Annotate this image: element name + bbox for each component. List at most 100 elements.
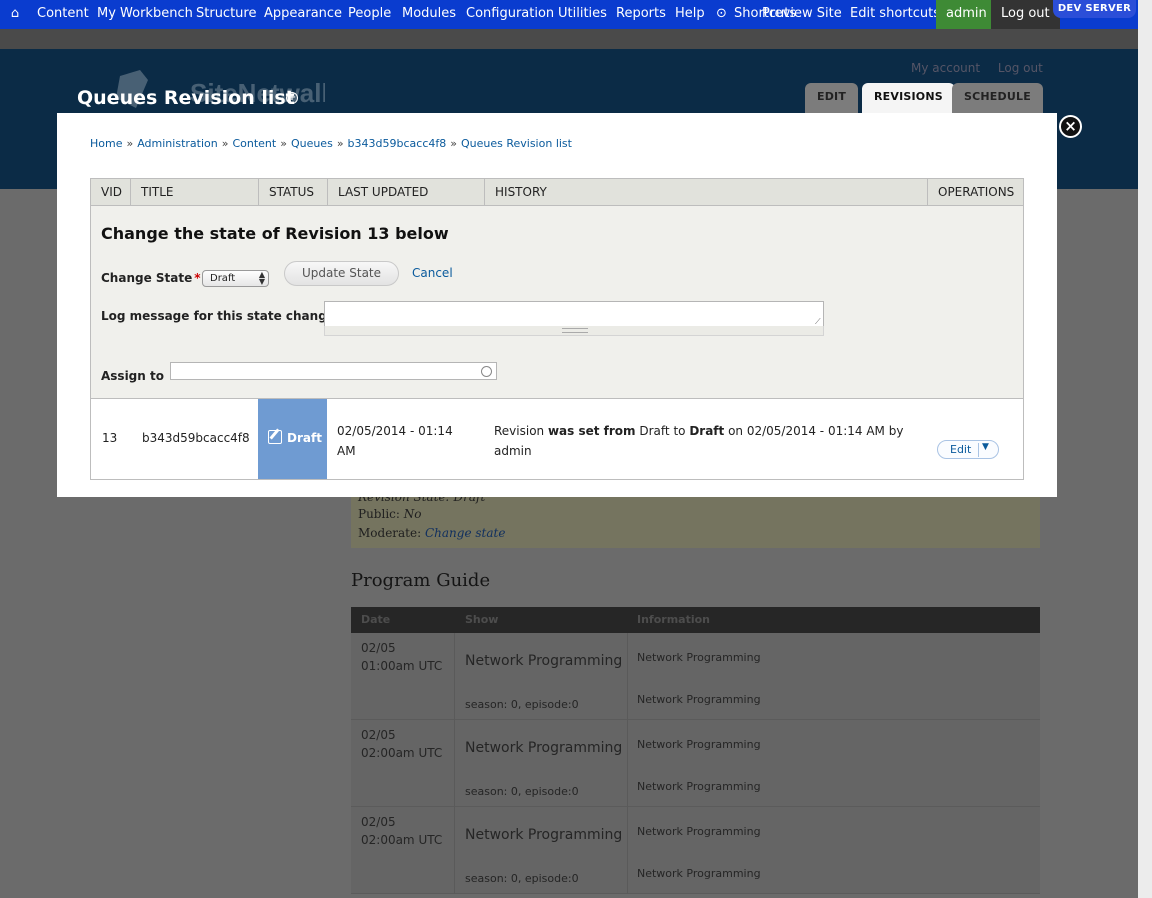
breadcrumb-content[interactable]: Content — [232, 137, 276, 150]
dev-server-badge: DEV SERVER — [1053, 0, 1136, 18]
change-state-label-text: Change State — [101, 271, 193, 285]
col-operations: OPERATIONS — [938, 185, 1015, 199]
header-logout-link[interactable]: Log out — [998, 61, 1043, 75]
breadcrumb-queues[interactable]: Queues — [291, 137, 333, 150]
log-message-label: Log message for this state change — [101, 309, 335, 323]
toolbar-logout-link[interactable]: Log out — [991, 0, 1060, 29]
autocomplete-throbber-icon — [481, 366, 492, 377]
col-status: STATUS — [259, 179, 328, 205]
toolbar-item-configuration[interactable]: Configuration — [466, 0, 554, 29]
col-last-updated: LAST UPDATED — [328, 179, 485, 205]
update-state-button[interactable]: Update State — [284, 261, 399, 286]
log-message-textarea[interactable] — [324, 301, 824, 327]
breadcrumb-revision-list[interactable]: Queues Revision list — [461, 137, 572, 150]
revision-title: b343d59bcacc4f8 — [142, 431, 250, 445]
page-title: Queues Revision list — [77, 87, 295, 109]
change-state-link[interactable]: Change state — [425, 526, 505, 540]
breadcrumb-home[interactable]: Home — [90, 137, 122, 150]
toolbar-item-my-workbench[interactable]: My Workbench — [97, 0, 193, 29]
pg-info: Network Programming — [637, 825, 761, 838]
toolbar-item-people[interactable]: People — [348, 0, 391, 29]
shortcut-bar — [0, 29, 1138, 49]
tab-revisions[interactable]: REVISIONS — [862, 83, 955, 113]
my-account-link[interactable]: My account — [911, 61, 980, 75]
window-edge — [1138, 0, 1152, 898]
admin-toolbar: ⌂ Content My Workbench Structure Appeara… — [0, 0, 1138, 29]
table-row: 13 b343d59bcacc4f8 Draft 02/05/2014 - 01… — [91, 399, 1023, 479]
home-icon[interactable]: ⌂ — [6, 0, 24, 29]
program-guide-heading: Program Guide — [351, 570, 491, 591]
revisions-modal: Home» Administration» Content» Queues» b343d… — [57, 113, 1057, 497]
pg-col-date: Date — [361, 613, 391, 626]
pg-show: Network Programming — [465, 740, 623, 756]
pg-show: Network Programming — [465, 653, 623, 669]
pg-info: Network Programming — [637, 780, 761, 793]
toolbar-item-help[interactable]: Help — [675, 0, 705, 29]
assign-to-input[interactable] — [170, 362, 497, 380]
pg-info: Network Programming — [637, 738, 761, 751]
toolbar-item-utilities[interactable]: Utilities — [558, 0, 607, 29]
revision-last-updated: 02/05/2014 - 01:14 AM — [337, 424, 453, 458]
revisions-table: VID TITLE STATUS LAST UPDATED HISTORY OP… — [90, 178, 1024, 480]
revision-vid: 13 — [102, 431, 118, 445]
form-title: Change the state of Revision 13 below — [101, 224, 449, 243]
edit-operation-button[interactable]: Edit ▼ — [937, 440, 999, 459]
col-vid: VID — [91, 179, 131, 205]
pg-date: 02/05 01:00am UTC — [361, 641, 443, 673]
public-label: Public: — [358, 507, 400, 521]
table-row: 02/05 02:00am UTC Network Programming se… — [351, 720, 1040, 807]
edit-shortcuts-link[interactable]: Edit shortcuts — [850, 0, 940, 29]
pg-date: 02/05 02:00am UTC — [361, 815, 443, 847]
edit-icon — [268, 430, 282, 444]
pg-show: Network Programming — [465, 827, 623, 843]
breadcrumb-node[interactable]: b343d59bcacc4f8 — [348, 137, 447, 150]
pg-col-information: Information — [637, 613, 710, 626]
state-select[interactable]: Draft ▲ ▼ — [202, 270, 269, 287]
user-admin-link[interactable]: admin — [936, 0, 997, 29]
moderate-line: Moderate: Change state — [358, 526, 505, 540]
pg-info: Network Programming — [637, 651, 761, 664]
change-state-label: Change State * — [101, 271, 201, 285]
toolbar-item-content[interactable]: Content — [37, 0, 89, 29]
pg-date: 02/05 02:00am UTC — [361, 728, 443, 760]
program-guide-table: Date Show Information 02/05 01:00am UTC … — [351, 607, 1040, 894]
col-history: HISTORY — [485, 179, 928, 205]
status-badge: Draft — [258, 399, 327, 479]
edit-label: Edit — [950, 443, 972, 456]
add-shortcut-icon[interactable]: + — [286, 92, 298, 104]
revision-history: Revision was set from Draft to Draft on … — [494, 424, 904, 458]
tab-edit[interactable]: EDIT — [805, 83, 859, 113]
toolbar-item-reports[interactable]: Reports — [616, 0, 666, 29]
revisions-table-header: VID TITLE STATUS LAST UPDATED HISTORY OP… — [91, 179, 1023, 206]
breadcrumb: Home» Administration» Content» Queues» b343d… — [90, 137, 572, 150]
toolbar-item-structure[interactable]: Structure — [196, 0, 256, 29]
preview-site-link[interactable]: Preview Site — [762, 0, 842, 29]
table-row: 02/05 01:00am UTC Network Programming se… — [351, 633, 1040, 720]
public-value: No — [403, 507, 422, 521]
program-guide-header: Date Show Information — [351, 607, 1040, 633]
pg-info: Network Programming — [637, 693, 761, 706]
breadcrumb-administration[interactable]: Administration — [137, 137, 218, 150]
change-state-form: Change the state of Revision 13 below Ch… — [91, 206, 1023, 399]
col-title: TITLE — [131, 179, 259, 205]
tab-schedule[interactable]: SCHEDULE — [952, 83, 1043, 113]
toolbar-item-modules[interactable]: Modules — [402, 0, 456, 29]
shortcuts-toggle-icon[interactable]: ⊙ — [716, 0, 727, 29]
dropdown-caret-icon[interactable]: ▼ — [982, 442, 989, 452]
close-modal-icon[interactable]: × — [1059, 115, 1082, 138]
assign-to-label: Assign to — [101, 369, 164, 383]
required-marker: * — [194, 271, 201, 285]
pg-episode: season: 0, episode:0 — [465, 872, 579, 885]
select-arrows-icon: ▲ ▼ — [258, 270, 265, 286]
node-meta-box: Revision State: Draft Public: No Moderat… — [351, 490, 1040, 548]
pg-col-show: Show — [465, 613, 499, 626]
pg-info: Network Programming — [637, 867, 761, 880]
cancel-link[interactable]: Cancel — [412, 266, 453, 280]
textarea-grippie[interactable] — [324, 326, 824, 336]
resize-corner-icon[interactable]: ⟋ — [815, 318, 823, 326]
toolbar-item-appearance[interactable]: Appearance — [264, 0, 342, 29]
table-row: 02/05 02:00am UTC Network Programming se… — [351, 807, 1040, 894]
pg-episode: season: 0, episode:0 — [465, 698, 579, 711]
status-label: Draft — [287, 431, 322, 445]
secondary-menu: My account Log out — [911, 61, 1057, 75]
